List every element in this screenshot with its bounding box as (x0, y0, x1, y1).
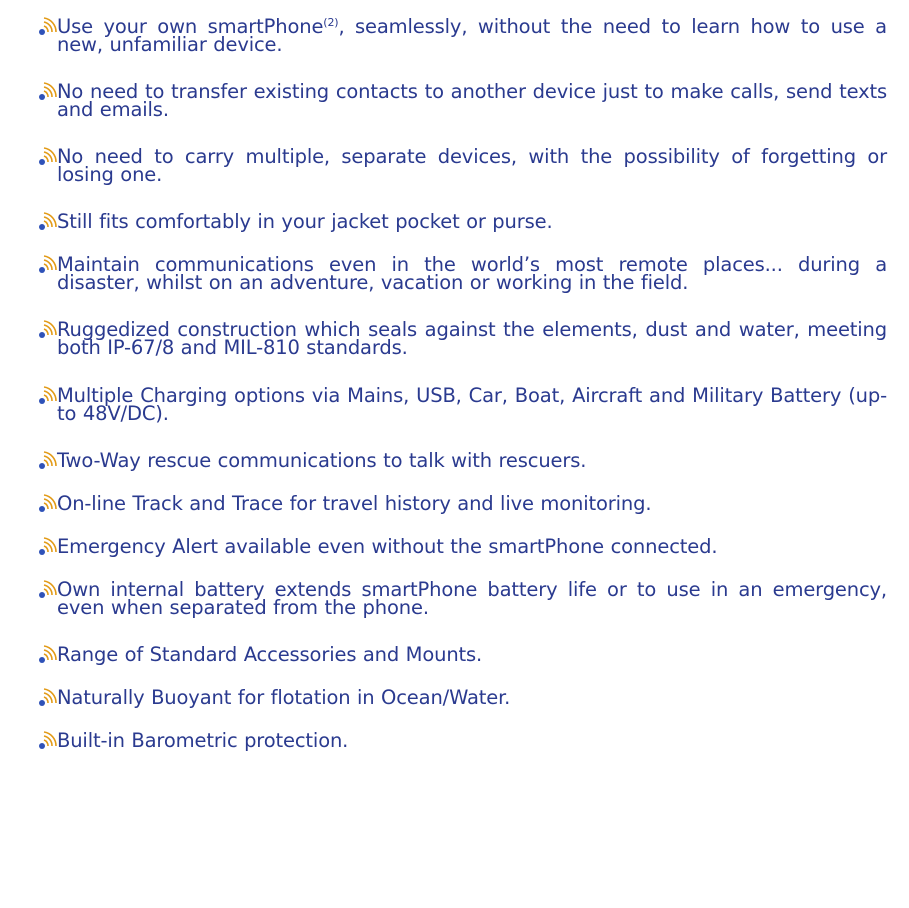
feature-text: On-line Track and Trace for travel histo… (57, 492, 652, 515)
feature-text: Multiple Charging options via Mains, USB… (57, 384, 887, 425)
feature-text: Two-Way rescue communications to talk wi… (57, 449, 587, 472)
feature-text: Built-in Barometric protection. (57, 729, 349, 752)
feature-text: No need to transfer existing contacts to… (57, 80, 887, 121)
feature-text: Still fits comfortably in your jacket po… (57, 210, 553, 233)
feature-text: No need to carry multiple, separate devi… (57, 145, 887, 186)
feature-text: Range of Standard Accessories and Mounts… (57, 643, 483, 666)
feature-text: Ruggedized construction which seals agai… (57, 318, 887, 359)
feature-text: Own internal battery extends smartPhone … (57, 578, 887, 619)
feature-text: Naturally Buoyant for flotation in Ocean… (57, 686, 511, 709)
feature-text: Emergency Alert available even without t… (57, 535, 718, 558)
footnote-marker: (2) (323, 16, 339, 29)
feature-text: Maintain communications even in the worl… (57, 253, 887, 294)
feature-text: Use your own smartPhone(2), seamlessly, … (57, 15, 887, 56)
